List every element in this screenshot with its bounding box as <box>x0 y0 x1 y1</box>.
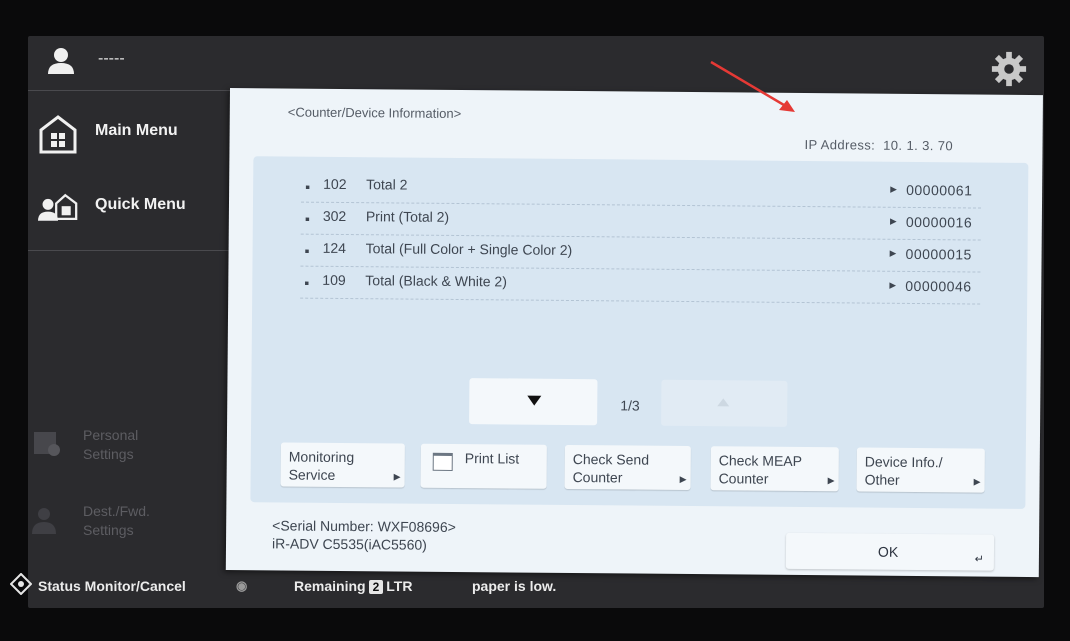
top-bar: ----- <box>28 36 1044 90</box>
personal-settings-button[interactable]: Personal Settings <box>28 420 233 480</box>
ip-address: IP Address: 10. 1. 3. 70 <box>804 137 954 154</box>
personal-settings-icon <box>34 432 60 456</box>
nav-divider <box>28 250 233 251</box>
page-indicator: 1/3 <box>620 397 640 414</box>
device-info-other-button[interactable]: Device Info./Other ▶ <box>856 447 985 493</box>
dest-fwd-settings-label: Dest./Fwd. Settings <box>83 503 150 538</box>
home-icon <box>39 115 77 154</box>
counter-info-panel: <Counter/Device Information> IP Address:… <box>225 88 1043 578</box>
printer-icon <box>432 452 453 471</box>
arrow-up-icon <box>717 398 730 407</box>
gear-icon[interactable] <box>990 50 1028 88</box>
status-message: paper is low. <box>472 578 557 594</box>
page-down-button[interactable] <box>469 378 598 426</box>
paper-status: Remaining 2 LTR <box>294 578 413 594</box>
main-menu-label: Main Menu <box>95 122 178 139</box>
nav-divider <box>28 90 233 91</box>
page-up-button[interactable] <box>661 379 788 427</box>
chevron-right-icon: ▶ <box>973 476 981 487</box>
monitoring-service-button[interactable]: Monitoring Service ▶ <box>280 442 405 488</box>
serial-number: <Serial Number: WXF08696> iR-ADV C5535(i… <box>271 517 456 553</box>
enter-icon: ↵ <box>974 553 984 566</box>
quick-menu-icon <box>38 193 78 221</box>
print-list-button[interactable]: Print List <box>420 443 547 489</box>
page-title: <Counter/Device Information> <box>287 104 462 122</box>
counter-row: ▪ 109 Total (Black & White 2) ► 00000046 <box>300 266 981 305</box>
chevron-right-icon: ▶ <box>679 473 687 484</box>
quick-menu-label: Quick Menu <box>95 196 186 213</box>
user-icon[interactable] <box>46 46 76 76</box>
quick-menu-button[interactable]: Quick Menu <box>28 174 233 244</box>
annotation-arrow-icon <box>710 60 795 112</box>
chevron-right-icon: ▶ <box>827 475 835 486</box>
status-monitor-icon[interactable] <box>10 573 32 595</box>
check-meap-counter-button[interactable]: Check MEAP Counter ▶ <box>710 446 839 492</box>
arrow-down-icon <box>527 395 542 406</box>
check-send-counter-button[interactable]: Check Send Counter ▶ <box>564 444 691 491</box>
toner-icon: ◉ <box>236 578 248 593</box>
personal-settings-label: Personal Settings <box>83 427 139 462</box>
main-menu-button[interactable]: Main Menu <box>28 100 233 170</box>
user-name: ----- <box>98 50 125 67</box>
dest-fwd-settings-button[interactable]: Dest./Fwd. Settings <box>28 496 233 556</box>
remaining-count-badge: 2 <box>368 580 384 594</box>
ok-button[interactable]: OK ↵ <box>785 532 995 571</box>
chevron-right-icon: ▶ <box>393 471 401 482</box>
status-monitor-cancel-button[interactable]: Status Monitor/Cancel <box>38 578 186 594</box>
counter-list-area: ▪ 102 Total 2 ► 00000061 ▪ 302 Print (To… <box>250 156 1029 509</box>
dest-fwd-icon <box>32 508 56 534</box>
